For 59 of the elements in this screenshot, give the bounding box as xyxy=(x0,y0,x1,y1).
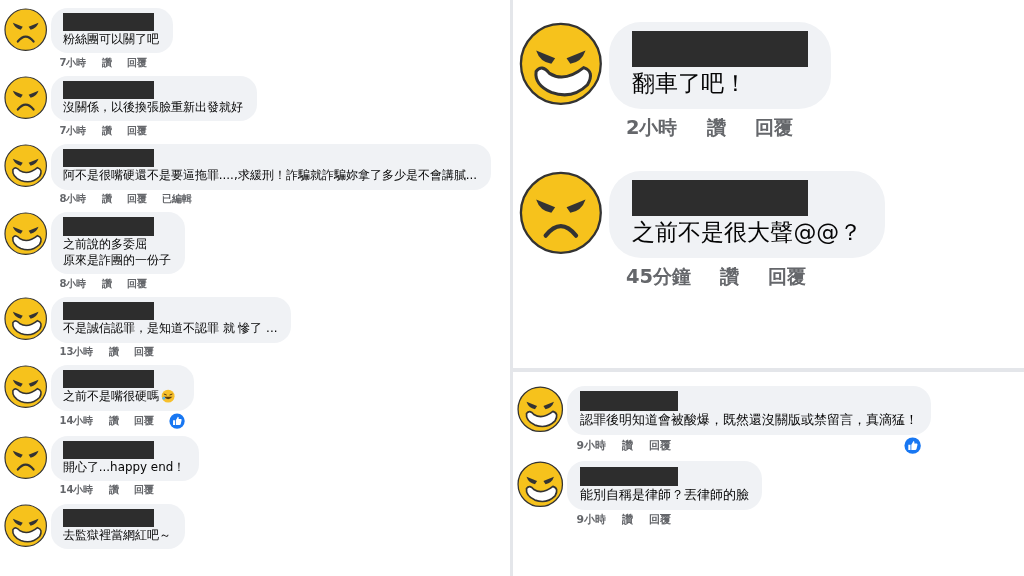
comment-action-link[interactable]: 讚 xyxy=(108,483,119,498)
angry-face-avatar-icon xyxy=(519,171,603,255)
angry-face-avatar-icon xyxy=(4,8,48,52)
grin-face-avatar-icon xyxy=(519,22,603,106)
comment-action-link[interactable]: 讚 xyxy=(101,124,112,138)
comment-action-link[interactable]: 已編輯 xyxy=(161,192,192,207)
comment-time: 9小時 xyxy=(576,512,606,527)
comment-time: 14小時 xyxy=(59,483,94,498)
grin-face-avatar-icon xyxy=(4,503,48,548)
grin-face-avatar-icon xyxy=(4,144,48,188)
angry-face-avatar-icon xyxy=(4,435,48,479)
grin-face-avatar-icon xyxy=(4,297,48,341)
comment-time: 14小時 xyxy=(59,414,94,429)
comment-action-link[interactable]: 讚 xyxy=(101,192,112,207)
comment-action-link[interactable]: 回覆 xyxy=(126,55,147,70)
comment-text: 沒關係，以後換張臉重新出發就好 xyxy=(62,99,243,116)
comment-text: 阿不是很嘴硬還不是要逼拖罪....,求緩刑！詐騙就詐騙妳拿了多少是不會講膩... xyxy=(62,167,478,184)
grin-face-avatar-icon xyxy=(4,212,48,256)
angry-face-avatar-icon xyxy=(4,76,48,120)
comment-time: 7小時 xyxy=(59,55,87,70)
comment-action-link[interactable]: 回覆 xyxy=(126,124,147,138)
comment-action-link[interactable]: 讚 xyxy=(622,438,634,453)
grin-face-avatar-icon xyxy=(517,386,564,433)
comment-time: 9小時 xyxy=(576,438,606,453)
comment-text: 之前不是嘴很硬嗎 xyxy=(62,388,175,406)
comment-text: 認罪後明知道會被酸爆，既然還沒關版或禁留言，真滴猛！ xyxy=(580,410,918,429)
comment-action-link[interactable]: 讚 xyxy=(108,345,119,360)
comment-action-link[interactable]: 讚 xyxy=(706,114,726,142)
comment-action-link[interactable]: 回覆 xyxy=(126,192,147,207)
comment-text: 之前不是很大聲@@？ xyxy=(632,217,863,247)
comment-time: 8小時 xyxy=(59,276,87,291)
comment-action-link[interactable]: 讚 xyxy=(101,276,112,291)
comment-text: 之前說的多委屈 原來是詐團的一份子 xyxy=(62,235,171,269)
comment-action-link[interactable]: 讚 xyxy=(622,512,634,527)
comment-time: 7小時 xyxy=(59,124,87,138)
comment-text: 不是誠信認罪，是知道不認罪 就 慘了 ... xyxy=(62,320,278,337)
comment-text: 開心了...happy end！ xyxy=(62,458,186,476)
comment-time: 8小時 xyxy=(59,192,87,207)
comment-action-link[interactable]: 回覆 xyxy=(133,345,154,360)
comment-action-link[interactable]: 讚 xyxy=(108,414,119,429)
comment-action-link[interactable]: 回覆 xyxy=(649,512,672,527)
comment-action-link[interactable]: 回覆 xyxy=(126,276,147,291)
comment-action-link[interactable]: 回覆 xyxy=(133,483,154,498)
comment-time: 2小時 xyxy=(625,115,678,142)
comment-action-link[interactable]: 回覆 xyxy=(649,438,672,453)
comment-action-link[interactable]: 讚 xyxy=(720,263,740,291)
comment-text: 翻車了吧！ xyxy=(632,68,748,98)
comment-text: 去監獄裡當網紅吧～ xyxy=(62,526,171,544)
comment-action-link[interactable]: 回覆 xyxy=(133,414,154,429)
laughing-emoji-icon xyxy=(160,388,175,403)
comment-text: 粉絲團可以關了吧 xyxy=(62,31,159,48)
comment-action-link[interactable]: 回覆 xyxy=(754,114,793,142)
comment-text: 能別自稱是律師？丟律師的臉 xyxy=(580,486,749,504)
grin-face-avatar-icon xyxy=(517,461,564,508)
comment-action-link[interactable]: 回覆 xyxy=(768,263,807,291)
comment-action-link[interactable]: 讚 xyxy=(101,55,112,70)
grin-face-avatar-icon xyxy=(4,365,48,409)
comment-time: 45分鐘 xyxy=(625,264,691,291)
comment-time: 13小時 xyxy=(59,345,94,360)
